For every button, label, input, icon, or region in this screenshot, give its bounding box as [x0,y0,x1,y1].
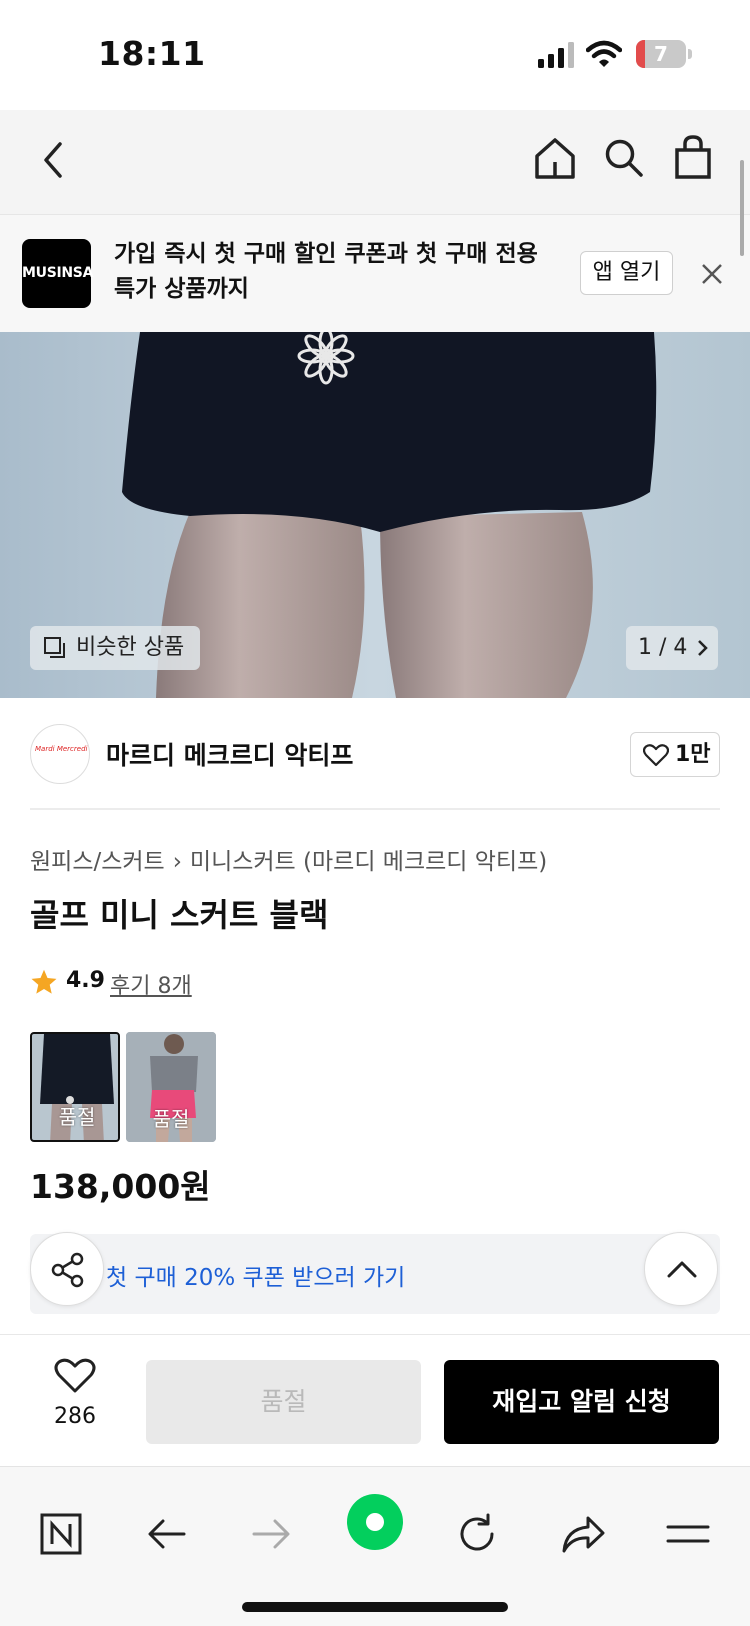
nav-header [0,110,750,214]
swatch-soldout-label: 품절 [152,1107,190,1131]
coupon-bar[interactable]: 첫 구매 20% 쿠폰 받으러 가기 [30,1234,720,1314]
status-bar: 18:11 7 [0,0,750,110]
soldout-button: 품절 [146,1360,421,1444]
share-arrow-icon[interactable] [560,1513,606,1555]
share-icon [51,1252,84,1288]
brand-name[interactable]: 마르디 메크르디 악티프 [106,736,353,772]
heart-icon [643,744,669,767]
scroll-top-button[interactable] [644,1232,718,1306]
home-indicator [242,1602,508,1612]
image-counter[interactable]: 1 / 4 [626,626,718,670]
product-title: 골프 미니 스커트 블랙 [30,896,329,934]
close-icon[interactable] [700,262,724,286]
wishlist-count: 286 [54,1404,96,1429]
brand-avatar[interactable]: Mardi Mercredi Actif [30,724,90,784]
home-icon[interactable] [534,136,576,180]
similar-products-button[interactable]: 비슷한 상품 [30,626,200,670]
heart-icon [54,1358,96,1393]
color-swatch-pink[interactable]: 품절 [126,1032,216,1142]
star-icon [31,969,57,994]
banner-message: 가입 즉시 첫 구매 할인 쿠폰과 첫 구매 전용 특가 상품까지 [114,241,538,302]
wifi-icon [586,40,622,67]
chevron-right-icon: › [172,849,182,875]
rating-score: 4.9 [66,968,105,993]
forward-arrow-icon [252,1519,290,1549]
refresh-icon[interactable] [456,1513,498,1555]
coupon-text[interactable]: 첫 구매 20% 쿠폰 받으러 가기 [106,1258,405,1292]
similar-products-label: 비슷한 상품 [76,635,185,660]
naver-green-dot-icon[interactable] [346,1493,404,1551]
breadcrumb: 원피스/스커트 › 미니스커트 (마르디 메크르디 악티프) [30,842,547,876]
swatch-soldout-label: 품절 [58,1105,96,1129]
product-page: 18:11 7 MUSINSA 가입 즉시 첫 구매 할인 쿠폰과 첫 구매 전… [0,0,750,1626]
breadcrumb-category[interactable]: 원피스/스커트 [30,849,165,875]
brand-row[interactable]: Mardi Mercredi Actif 마르디 메크르디 악티프 1만 [0,700,750,810]
chevron-right-icon [698,640,708,656]
search-icon[interactable] [604,138,644,178]
open-app-button[interactable]: 앱 열기 [580,251,673,295]
color-swatch-black[interactable]: 품절 [30,1032,120,1142]
status-time: 18:11 [98,34,206,73]
product-price: 138,000원 [30,1167,211,1206]
signal-icon [538,42,574,68]
stack-icon [44,637,65,658]
app-promo-banner: MUSINSA 가입 즉시 첫 구매 할인 쿠폰과 첫 구매 전용 특가 상품까… [0,214,750,332]
menu-icon[interactable] [666,1513,710,1555]
battery-icon: 7 [636,40,686,68]
wishlist-button[interactable]: 286 [30,1358,120,1438]
divider [30,808,720,810]
naver-n-icon[interactable] [40,1513,82,1555]
back-arrow-icon[interactable] [40,140,66,180]
brand-avatar-text: Mardi Mercredi Actif [35,745,89,753]
restock-alert-button[interactable]: 재입고 알림 신청 [444,1360,719,1444]
scrollbar[interactable] [740,160,744,256]
back-arrow-icon[interactable] [146,1513,188,1555]
breadcrumb-subcategory[interactable]: 미니스커트 (마르디 메크르디 악티프) [190,849,547,875]
review-link[interactable]: 후기 8개 [110,968,192,1000]
brand-like-count: 1만 [675,742,711,767]
battery-level: 7 [654,42,668,66]
image-counter-label: 1 / 4 [638,635,688,660]
brand-like-button[interactable]: 1만 [630,732,720,777]
chevron-up-icon [667,1261,697,1278]
musinsa-logo: MUSINSA [22,239,93,308]
shopping-bag-icon[interactable] [674,134,712,180]
product-image[interactable]: 비슷한 상품 1 / 4 [0,332,750,698]
share-button[interactable] [30,1232,104,1306]
